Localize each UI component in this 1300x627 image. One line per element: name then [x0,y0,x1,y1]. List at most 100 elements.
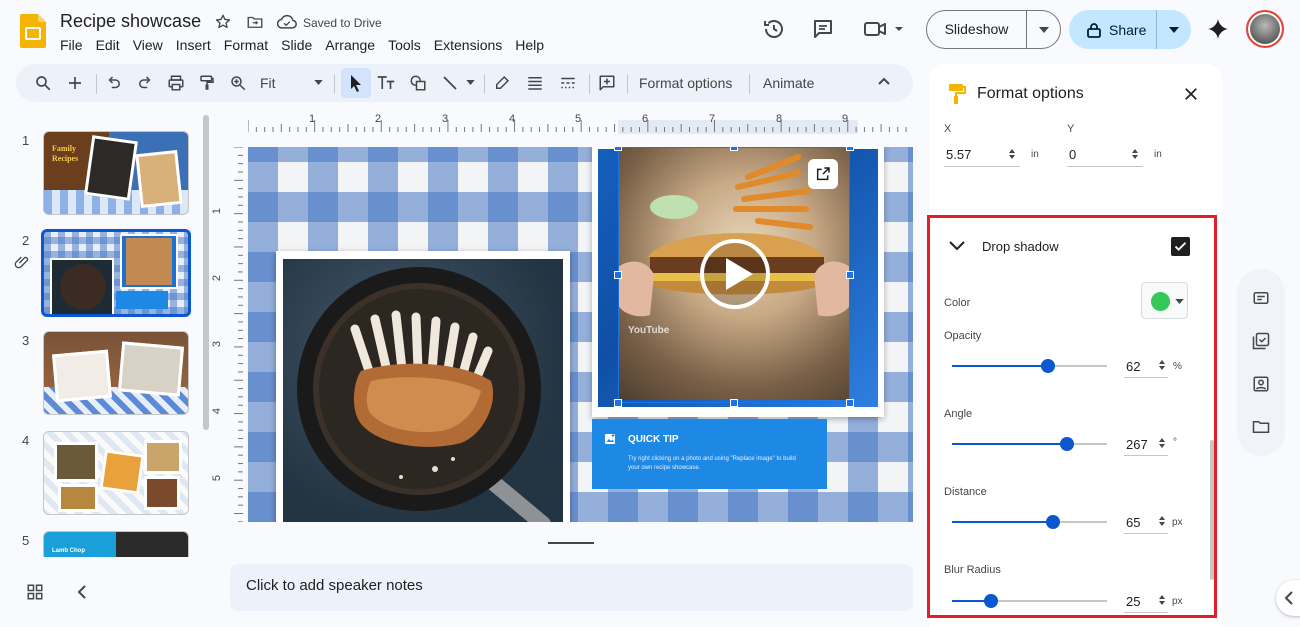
grid-view-icon[interactable] [26,583,44,601]
ruler-label: 7 [709,113,716,125]
slides-logo[interactable] [20,14,46,48]
photo-frame[interactable] [276,251,570,522]
slide-number: 2 [22,233,30,248]
cloud-saved-icon[interactable] [277,14,297,30]
text-box-icon[interactable] [376,74,396,92]
account-avatar[interactable] [1246,10,1284,48]
contacts-icon[interactable] [1252,375,1270,393]
ruler-label: 1 [309,113,316,125]
slideshow-dropdown-icon[interactable] [1027,26,1060,33]
current-slide[interactable]: YouTube QUICK TIP Try right clicking on … [248,147,913,522]
slide-thumbnail-1[interactable]: Family Recipes [43,131,189,215]
slide-thumbnail-3[interactable] [43,331,189,415]
close-icon[interactable] [1182,85,1200,103]
menu-tools[interactable]: Tools [388,37,428,53]
meet-icon[interactable] [862,17,906,41]
new-slide-icon[interactable] [66,74,84,92]
x-label: X [944,123,952,135]
line-icon[interactable] [441,74,459,92]
side-rail [1237,269,1285,456]
resize-handle[interactable] [846,271,854,279]
border-color-icon[interactable] [493,74,511,92]
resize-handle[interactable] [730,399,738,407]
zoom-select[interactable]: Fit [260,75,276,91]
x-position-field[interactable]: 5.57 [944,143,1020,167]
tasks-icon[interactable] [1252,332,1270,350]
border-dash-icon[interactable] [559,74,577,92]
border-weight-icon[interactable] [526,74,544,92]
print-icon[interactable] [167,74,185,92]
y-position-field[interactable]: 0 [1067,143,1143,167]
menu-insert[interactable]: Insert [176,37,218,53]
quick-tip-box[interactable]: QUICK TIP Try right clicking on a photo … [592,419,827,489]
canvas-resize-handle[interactable] [548,542,594,544]
slide-thumbnail-5[interactable]: Lamb Chop [43,531,189,557]
slideshow-label[interactable]: Slideshow [927,11,1027,48]
lamb-photo[interactable] [283,259,563,522]
keep-icon[interactable] [1252,289,1270,307]
share-dropdown-icon[interactable] [1157,26,1191,33]
speaker-notes-placeholder: Click to add speaker notes [246,577,423,594]
menu-arrange[interactable]: Arrange [325,37,382,53]
comments-icon[interactable] [811,17,835,41]
y-label: Y [1067,123,1075,135]
resize-handle[interactable] [730,147,738,151]
y-unit: in [1154,149,1162,160]
zoom-dropdown-icon[interactable] [314,80,323,85]
move-folder-icon[interactable] [246,13,264,31]
animate-button[interactable]: Animate [763,75,814,91]
slide-thumbnail-4[interactable] [43,431,189,515]
format-options-button[interactable]: Format options [639,75,732,91]
share-button[interactable]: Share [1069,10,1191,49]
quick-tip-title: QUICK TIP [628,434,679,445]
gemini-icon[interactable] [1207,18,1229,40]
menu-slide[interactable]: Slide [281,37,319,53]
ruler-label: 2 [211,274,224,282]
redo-icon[interactable] [136,74,154,92]
speaker-notes[interactable]: Click to add speaker notes [230,564,913,611]
undo-icon[interactable] [105,74,123,92]
menu-file[interactable]: File [60,37,90,53]
collapse-filmstrip-icon[interactable] [76,584,88,600]
slide-thumbnail-2[interactable] [41,229,191,317]
x-value: 5.57 [946,147,972,162]
hide-menus-icon[interactable] [878,77,890,85]
collapse-side-panel-button[interactable] [1276,580,1300,616]
slide-number: 5 [22,533,30,548]
shape-icon[interactable] [409,74,427,92]
folder-icon[interactable] [1252,418,1270,436]
vertical-ruler [234,147,243,522]
menu-view[interactable]: View [133,37,170,53]
select-tool[interactable] [341,68,371,98]
menu-format[interactable]: Format [224,37,275,53]
document-title[interactable]: Recipe showcase [60,11,201,32]
add-comment-icon[interactable] [598,74,616,92]
stepper-icon[interactable] [1008,147,1016,161]
resize-handle[interactable] [846,399,854,407]
filmstrip-scrollbar[interactable] [203,115,209,430]
zoom-icon[interactable] [229,74,247,92]
slideshow-button[interactable]: Slideshow [926,10,1061,49]
slide-number: 3 [22,333,30,348]
menu-bar: File Edit View Insert Format Slide Arran… [60,37,557,53]
pan-illustration [297,267,551,522]
resize-handle[interactable] [846,147,854,151]
resize-handle[interactable] [614,147,622,151]
resize-handle[interactable] [614,399,622,407]
star-icon[interactable] [214,13,232,31]
selection-box [618,147,850,403]
version-history-icon[interactable] [762,17,786,41]
menu-edit[interactable]: Edit [96,37,127,53]
panel-title: Format options [977,85,1084,102]
paint-format-icon[interactable] [198,74,216,92]
ruler-label: 2 [375,113,382,125]
resize-handle[interactable] [614,271,622,279]
paint-format-icon [947,83,967,105]
menu-help[interactable]: Help [515,37,551,53]
menu-extensions[interactable]: Extensions [434,37,509,53]
share-label: Share [1109,21,1147,38]
image-icon [604,433,616,445]
stepper-icon[interactable] [1131,147,1139,161]
search-menus-icon[interactable] [34,74,52,92]
line-dropdown-icon[interactable] [466,80,475,85]
